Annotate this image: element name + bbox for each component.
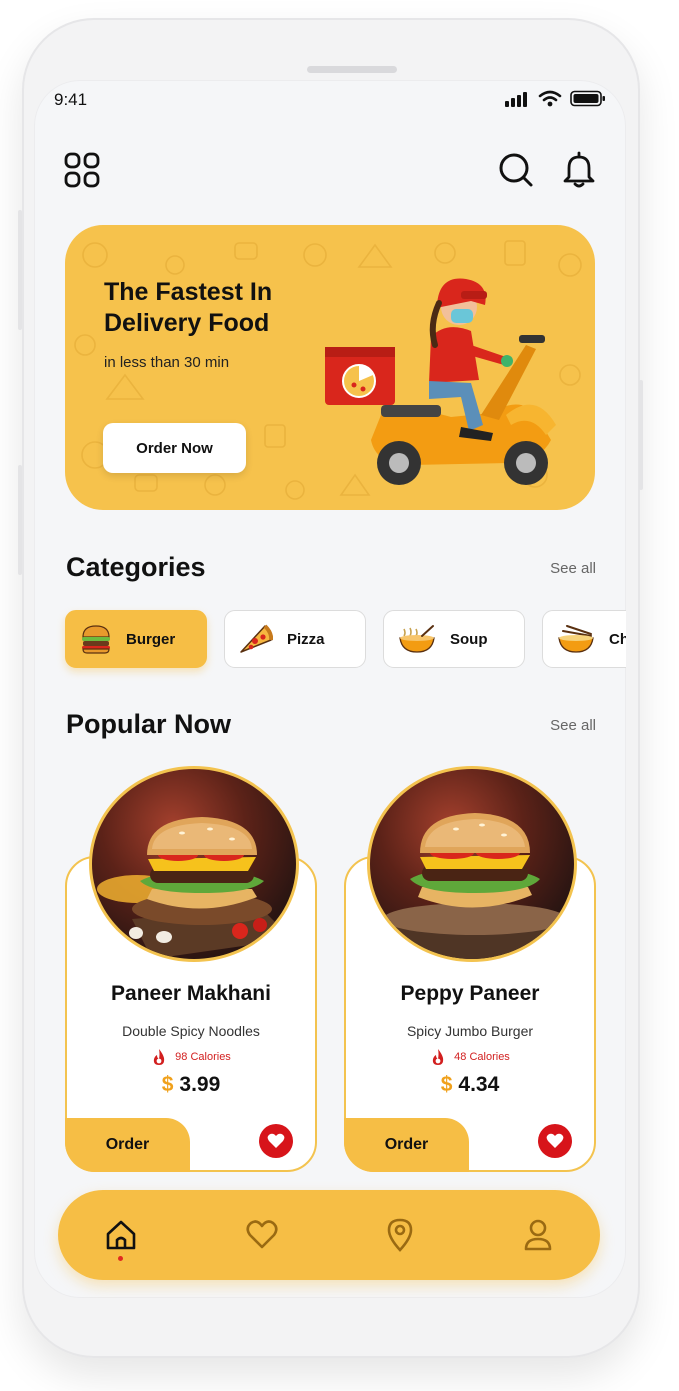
promo-banner: The Fastest In Delivery Food in less tha… <box>65 225 595 510</box>
battery-icon <box>570 90 605 107</box>
heart-icon <box>246 1220 278 1249</box>
banner-subtitle: in less than 30 min <box>104 354 230 371</box>
phone-side-button <box>18 210 22 330</box>
status-icons <box>504 90 606 107</box>
food-calories: 98 Calories <box>67 1048 315 1066</box>
notifications-button[interactable] <box>559 150 599 190</box>
profile-icon <box>524 1219 552 1251</box>
bottom-navigation <box>58 1190 600 1280</box>
location-icon <box>387 1218 413 1252</box>
category-pizza[interactable]: Pizza <box>224 610 366 668</box>
price-currency: $ <box>440 1073 453 1096</box>
search-button[interactable] <box>496 150 536 190</box>
phone-speaker <box>307 66 397 73</box>
burger-photo <box>97 817 292 959</box>
category-burger[interactable]: Burger <box>65 610 207 668</box>
heart-icon <box>267 1133 285 1148</box>
food-image-burger <box>367 766 577 962</box>
wifi-icon <box>538 90 562 107</box>
nav-home[interactable] <box>103 1217 139 1253</box>
delivery-scooter-illustration <box>325 278 556 485</box>
phone-side-button <box>18 465 22 575</box>
nav-location[interactable] <box>382 1217 418 1253</box>
categories-title: Categories <box>66 552 206 582</box>
price-value: 3.99 <box>179 1073 221 1096</box>
category-label: Ch <box>609 630 626 648</box>
category-label: Soup <box>450 630 488 648</box>
order-now-button[interactable]: Order Now <box>103 423 246 473</box>
price-value: 4.34 <box>458 1073 500 1096</box>
status-time: 9:41 <box>54 90 88 109</box>
calories-label: 48 Calories <box>454 1051 510 1063</box>
price-currency: $ <box>161 1073 174 1096</box>
phone-side-button <box>639 380 643 490</box>
burger-icon <box>82 625 110 654</box>
favorite-button[interactable] <box>259 1124 293 1158</box>
popular-see-all[interactable]: See all <box>550 717 596 734</box>
food-price: $4.34 <box>346 1073 594 1097</box>
nav-profile[interactable] <box>520 1217 556 1253</box>
signal-icon <box>505 91 527 107</box>
fire-icon <box>433 1049 444 1065</box>
food-image-burger <box>89 766 299 962</box>
menu-button[interactable] <box>62 150 102 190</box>
nav-favorites[interactable] <box>244 1217 280 1253</box>
food-description: Double Spicy Noodles <box>122 1023 260 1039</box>
category-label: Pizza <box>287 630 325 648</box>
noodles-icon <box>558 625 594 653</box>
food-price: $3.99 <box>67 1073 315 1097</box>
heart-icon <box>546 1133 564 1148</box>
active-indicator <box>118 1256 123 1261</box>
food-description: Spicy Jumbo Burger <box>406 1023 534 1039</box>
food-name: Peppy Paneer <box>400 982 540 1005</box>
calories-label: 98 Calories <box>175 1051 231 1063</box>
order-button[interactable]: Order <box>344 1118 469 1172</box>
grid-menu-icon <box>64 152 100 188</box>
home-icon <box>106 1220 136 1250</box>
app-screen: 9:41 The Fastest In Delivery Food in les… <box>34 80 626 1298</box>
category-soup[interactable]: Soup <box>383 610 525 668</box>
soup-icon <box>399 625 435 653</box>
category-noodles[interactable]: Ch <box>542 610 626 668</box>
food-calories: 48 Calories <box>346 1048 594 1066</box>
pizza-icon <box>240 624 273 653</box>
search-icon <box>499 153 533 187</box>
banner-title: The Fastest In Delivery Food <box>104 278 273 337</box>
bell-icon <box>563 151 595 188</box>
order-button[interactable]: Order <box>65 1118 190 1172</box>
fire-icon <box>154 1049 165 1065</box>
burger-photo <box>380 813 570 959</box>
favorite-button[interactable] <box>538 1124 572 1158</box>
food-name: Paneer Makhani <box>111 982 271 1005</box>
popular-title: Popular Now <box>66 709 232 739</box>
categories-see-all[interactable]: See all <box>550 560 596 577</box>
category-label: Burger <box>126 630 176 648</box>
